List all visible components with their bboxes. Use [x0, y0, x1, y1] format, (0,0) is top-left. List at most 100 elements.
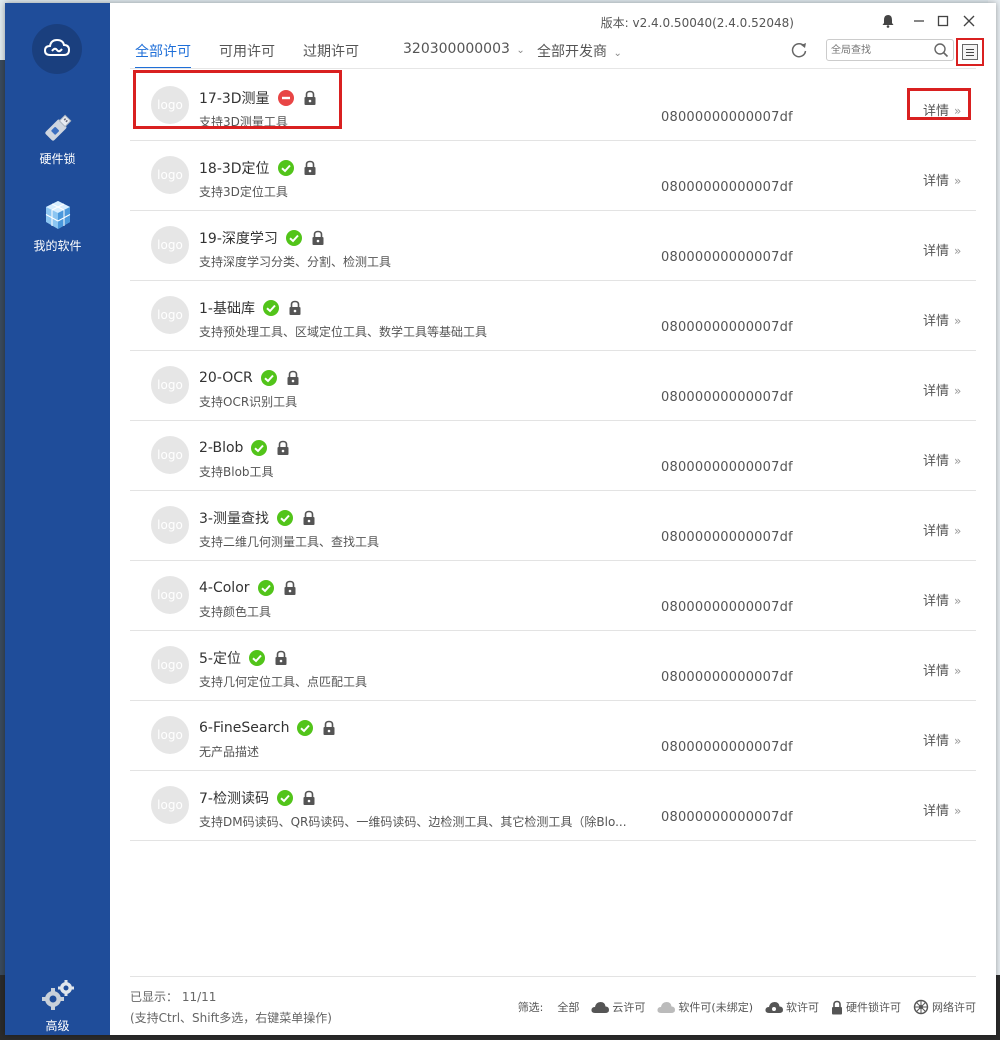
sidebar-item-my-software[interactable]: 我的软件: [5, 185, 110, 265]
search-icon[interactable]: [933, 42, 949, 58]
detail-label: 详情: [923, 524, 950, 539]
maximize-button[interactable]: [933, 11, 953, 31]
tab-all-licenses[interactable]: 全部许可: [135, 41, 191, 69]
detail-link[interactable]: 详情 »: [923, 800, 961, 819]
lock-icon: [284, 580, 296, 595]
filter-cloud-license[interactable]: 云许可: [591, 999, 645, 1015]
license-description: 支持几何定位工具、点匹配工具: [199, 675, 368, 689]
lock-icon: [832, 1000, 842, 1014]
cloud-logo-icon: [32, 24, 82, 74]
filter-soft-unbound[interactable]: 软件可(未绑定): [657, 999, 753, 1015]
refresh-icon[interactable]: [789, 40, 809, 60]
license-name-line: 1-基础库: [199, 298, 302, 318]
detail-link[interactable]: 详情 »: [923, 520, 961, 539]
tab-expired-licenses[interactable]: 过期许可: [303, 41, 359, 69]
tab-available-licenses[interactable]: 可用许可: [219, 41, 275, 69]
valid-check-icon: [248, 650, 265, 666]
list-menu-button[interactable]: [956, 38, 984, 66]
license-description: 无产品描述: [199, 745, 260, 759]
chevron-down-icon: ⌄: [613, 48, 622, 59]
license-row[interactable]: logo 5-定位 支持几何定位工具、点匹配工具 08000000000007df 详情…: [130, 631, 976, 701]
license-name: 6-FineSearch: [199, 720, 290, 736]
sidebar-item-label: 高级: [45, 1018, 70, 1033]
license-serial: 08000000000007df: [661, 670, 793, 685]
product-logo: logo: [151, 366, 189, 404]
license-description: 支持Blob工具: [199, 465, 274, 479]
title-bar: 版本: v2.4.0.50040(2.4.0.52048) 全部许可 可用许可 …: [110, 3, 996, 69]
filter-all[interactable]: 全部: [557, 999, 579, 1015]
lock-icon: [275, 650, 287, 665]
vendor-select[interactable]: 全部开发商 ⌄: [537, 41, 622, 61]
license-name: 3-测量查找: [199, 511, 269, 527]
license-name-line: 3-测量查找: [199, 508, 316, 528]
license-description: 支持颜色工具: [199, 605, 272, 619]
license-name-line: 7-检测读码: [199, 788, 316, 808]
sidebar-item-advanced[interactable]: 高级: [5, 965, 110, 1035]
detail-link[interactable]: 详情 »: [923, 240, 961, 259]
filter-hardware-lock[interactable]: 硬件锁许可: [831, 999, 901, 1015]
detail-link[interactable]: 详情 »: [923, 380, 961, 399]
detail-link[interactable]: 详情 »: [923, 170, 961, 189]
license-name: 4-Color: [199, 580, 250, 596]
license-row[interactable]: logo 20-OCR 支持OCR识别工具 08000000000007df 详情 »: [130, 351, 976, 421]
double-chevron-right-icon: »: [954, 734, 962, 748]
valid-check-icon: [297, 720, 314, 736]
filter-soft-license[interactable]: 软许可: [765, 999, 819, 1015]
bell-icon[interactable]: [878, 11, 898, 31]
minimize-button[interactable]: [909, 11, 929, 31]
double-chevron-right-icon: »: [954, 314, 962, 328]
sidebar-item-hardware-lock[interactable]: 硬件锁: [5, 98, 110, 178]
license-name-line: 2-Blob: [199, 438, 290, 458]
detail-link[interactable]: 详情 »: [923, 730, 961, 749]
detail-link[interactable]: 详情 »: [923, 660, 961, 679]
cloud-outline-icon: [657, 1001, 676, 1013]
detail-link[interactable]: 详情 »: [923, 590, 961, 609]
license-serial: 08000000000007df: [661, 460, 793, 475]
filter-hardware-label: 硬件锁许可: [846, 1001, 901, 1014]
detail-label: 详情: [923, 734, 950, 749]
menu-icon: [962, 44, 978, 60]
license-serial: 08000000000007df: [661, 110, 793, 125]
global-search[interactable]: [826, 39, 954, 61]
license-row[interactable]: logo 1-基础库 支持预处理工具、区域定位工具、数学工具等基础工具 0800000…: [130, 281, 976, 351]
detail-label: 详情: [923, 594, 950, 609]
multi-select-hint: (支持Ctrl、Shift多选，右键菜单操作): [130, 1011, 332, 1025]
lock-icon: [312, 230, 324, 245]
license-description: 支持OCR识别工具: [199, 395, 298, 409]
license-row[interactable]: logo 6-FineSearch 无产品描述 08000000000007df 详情 »: [130, 701, 976, 771]
detail-label: 详情: [923, 174, 950, 189]
filter-network-label: 网络许可: [932, 1001, 976, 1014]
product-logo: logo: [151, 716, 189, 754]
lock-icon: [303, 790, 315, 805]
filter-network-license[interactable]: 网络许可: [913, 999, 976, 1015]
double-chevron-right-icon: »: [954, 104, 962, 118]
license-row[interactable]: logo 3-测量查找 支持二维几何测量工具、查找工具 08000000000007d…: [130, 491, 976, 561]
search-input[interactable]: [831, 42, 927, 58]
cloud-icon: [591, 1001, 610, 1013]
license-row[interactable]: logo 18-3D定位 支持3D定位工具 08000000000007df 详情 »: [130, 141, 976, 211]
license-description: 支持二维几何测量工具、查找工具: [199, 535, 380, 549]
detail-link[interactable]: 详情 »: [923, 310, 961, 329]
license-row[interactable]: logo 4-Color 支持颜色工具 08000000000007df 详情 »: [130, 561, 976, 631]
license-name: 5-定位: [199, 651, 241, 667]
valid-check-icon: [277, 160, 294, 176]
license-row[interactable]: logo 17-3D测量 支持3D测量工具 08000000000007df 详情 »: [130, 71, 976, 141]
license-row[interactable]: logo 19-深度学习 支持深度学习分类、分割、检测工具 0800000000000…: [130, 211, 976, 281]
license-serial: 08000000000007df: [661, 740, 793, 755]
filter-label: 筛选:: [517, 1001, 544, 1014]
license-description: 支持深度学习分类、分割、检测工具: [199, 255, 392, 269]
detail-link[interactable]: 详情 »: [923, 450, 961, 469]
license-name: 2-Blob: [199, 440, 244, 456]
filter-cloud-label: 云许可: [612, 1001, 646, 1014]
license-serial: 08000000000007df: [661, 180, 793, 195]
license-row[interactable]: logo 7-检测读码 支持DM码读码、QR码读码、一维码读码、边检测工具、其它检测…: [130, 771, 976, 841]
close-button[interactable]: [959, 11, 979, 31]
double-chevron-right-icon: »: [954, 594, 962, 608]
license-name-line: 4-Color: [199, 578, 297, 598]
detail-link[interactable]: 详情 »: [923, 100, 961, 119]
dongle-select[interactable]: 320300000003 ⌄: [403, 41, 525, 57]
cubes-icon: [40, 197, 76, 233]
sidebar: 硬件锁 我的软件 高级: [5, 3, 110, 1035]
license-row[interactable]: logo 2-Blob 支持Blob工具 08000000000007df 详情 »: [130, 421, 976, 491]
double-chevron-right-icon: »: [954, 664, 962, 678]
